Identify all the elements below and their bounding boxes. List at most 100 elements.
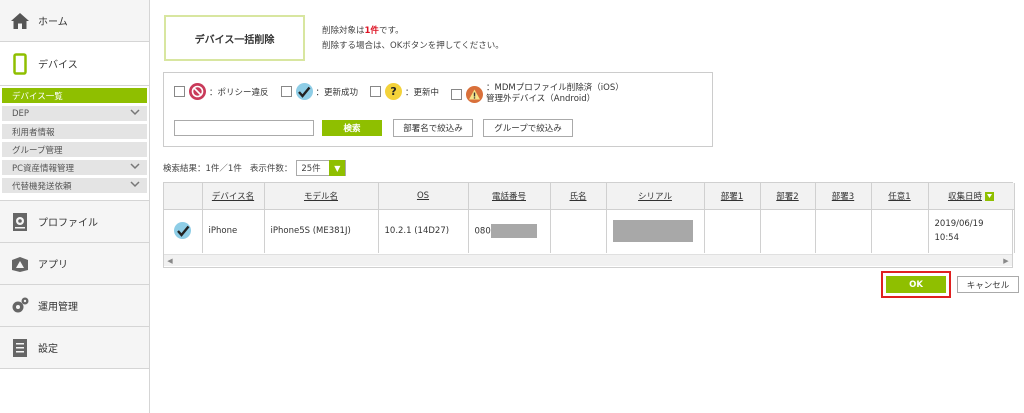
column-header-label: シリアル xyxy=(638,191,672,202)
sidebar-subitem-label: グループ管理 xyxy=(12,145,63,156)
table-row[interactable]: iPhone iPhone5S (ME381J) 10.2.1 (14D27) … xyxy=(164,209,1015,253)
column-header[interactable]: 任意1 xyxy=(871,183,929,210)
per-page-value: 25件 xyxy=(301,164,321,174)
nav-profile[interactable]: プロファイル xyxy=(0,201,149,243)
chevron-down-icon[interactable] xyxy=(130,163,140,172)
scroll-left-icon[interactable]: ◀ xyxy=(164,255,176,267)
collected-time: 10:54 xyxy=(934,233,960,244)
nav-operation[interactable]: 運用管理 xyxy=(0,285,149,327)
result-summary: 検索結果：1件／1件 xyxy=(163,164,242,174)
per-page-select[interactable]: 25件 ▼ xyxy=(296,160,347,176)
dept-filter-button[interactable]: 部署名で絞込み xyxy=(393,119,473,137)
chevron-down-icon[interactable] xyxy=(130,109,140,118)
msg-prefix: 削除対象は xyxy=(322,26,365,36)
column-header[interactable]: デバイス名 xyxy=(202,183,265,210)
cell-dept2 xyxy=(760,209,816,253)
column-header[interactable]: 電話番号 xyxy=(468,183,551,210)
mdm-removed-label: ：MDMプロファイル削除済（iOS） 管理外デバイス（Android） xyxy=(486,83,624,105)
sidebar: ホーム デバイス デバイス一覧 DEP 利用者情報グループ管理 PC資産情報管理 代替機… xyxy=(0,0,150,413)
serial-redaction xyxy=(612,220,693,243)
chevron-down-icon[interactable] xyxy=(130,181,140,190)
column-header[interactable]: シリアル xyxy=(606,183,705,210)
ok-button[interactable]: OK xyxy=(886,276,946,293)
column-header-label: 部署2 xyxy=(776,191,799,202)
updating-label: ：更新中 xyxy=(405,87,440,98)
column-header[interactable]: 氏名 xyxy=(550,183,607,210)
nav-app[interactable]: アプリ xyxy=(0,243,149,285)
scroll-right-icon[interactable]: ▶ xyxy=(1000,255,1012,267)
cell-optional1 xyxy=(871,209,929,253)
sidebar-subitem[interactable]: 利用者情報 xyxy=(2,124,147,139)
column-header[interactable]: OS xyxy=(378,183,469,210)
column-header[interactable]: 部署1 xyxy=(704,183,761,210)
sort-icon[interactable] xyxy=(985,191,994,201)
delete-message: 削除対象は1件です。 削除する場合は、OKボタンを押してください。 xyxy=(322,24,504,54)
column-header-label: 収集日時 xyxy=(947,191,982,202)
updating-checkbox[interactable] xyxy=(370,86,382,97)
nav-device-label: デバイス xyxy=(38,60,78,71)
sidebar-subitem[interactable]: 代替機発送依頼 xyxy=(2,178,147,193)
sidebar-subitem[interactable]: デバイス一覧 xyxy=(2,88,147,103)
search-button[interactable]: 検索 xyxy=(322,120,382,136)
sidebar-subitem[interactable]: グループ管理 xyxy=(2,142,147,157)
msg-suffix: です。 xyxy=(378,26,404,36)
cell-dept1 xyxy=(704,209,761,253)
select-column-header xyxy=(164,183,203,210)
page-title: デバイス一括削除 xyxy=(164,15,305,61)
warning-icon xyxy=(466,85,484,103)
per-page-label: 表示件数： xyxy=(249,164,293,174)
column-header-label: モデル名 xyxy=(303,191,338,202)
search-input[interactable] xyxy=(174,120,314,136)
sidebar-subitem[interactable]: PC資産情報管理 xyxy=(2,160,147,175)
sidebar-subitem-label: デバイス一覧 xyxy=(12,91,63,102)
sidebar-subitem-label: PC資産情報管理 xyxy=(12,163,75,174)
cancel-button[interactable]: キャンセル xyxy=(957,276,1019,293)
collected-date: 2019/06/19 xyxy=(934,219,984,230)
row-check-cell xyxy=(164,209,203,253)
column-header-label: 部署1 xyxy=(720,191,744,202)
column-header-label: 部署3 xyxy=(831,191,855,202)
group-filter-button[interactable]: グループで絞込み xyxy=(483,119,573,137)
column-header-label: デバイス名 xyxy=(211,191,255,202)
cell-device-name: iPhone xyxy=(202,209,265,253)
main-content: デバイス一括削除 削除対象は1件です。 削除する場合は、OKボタンを押してくださ… xyxy=(151,0,1024,413)
phone-prefix: 080 xyxy=(474,226,491,237)
sidebar-subitem-label: 代替機発送依頼 xyxy=(12,181,72,192)
column-header-label: 氏名 xyxy=(569,191,587,202)
column-header[interactable]: 部署2 xyxy=(760,183,816,210)
policy-violation-label: ：ポリシー違反 xyxy=(209,87,269,98)
home-icon xyxy=(10,11,30,31)
sidebar-subitem[interactable]: DEP xyxy=(2,106,147,121)
nav-device[interactable]: デバイス xyxy=(0,42,149,86)
phone-redaction xyxy=(490,224,537,239)
column-header-label: 任意1 xyxy=(888,191,911,202)
mdm-removed-checkbox[interactable] xyxy=(451,88,463,100)
column-header[interactable]: モデル名 xyxy=(264,183,379,210)
dropdown-arrow-icon: ▼ xyxy=(329,160,346,176)
nav-home[interactable]: ホーム xyxy=(0,0,149,42)
filter-updating: ? ：更新中 xyxy=(370,83,439,100)
filter-mdm-removed: ：MDMプロファイル削除済（iOS） 管理外デバイス（Android） xyxy=(451,83,624,105)
policy-violation-checkbox[interactable] xyxy=(174,86,185,97)
device-table: デバイス名 モデル名 OS 電話番号 氏名 シリアル 部署1 部署2 部署3 任意1 収集日時 iP… xyxy=(163,182,1015,268)
cell-dept3 xyxy=(815,209,872,253)
filter-policy-violation: ：ポリシー違反 xyxy=(174,83,269,100)
nav-settings[interactable]: 設定 xyxy=(0,327,149,369)
cell-serial xyxy=(606,209,705,253)
update-success-checkbox[interactable] xyxy=(280,86,292,97)
nav-app-label: アプリ xyxy=(38,260,68,271)
profile-icon xyxy=(10,212,30,232)
cell-model: iPhone5S (ME381J) xyxy=(264,209,379,253)
sidebar-subitem-label: 利用者情報 xyxy=(12,127,55,138)
nav-operation-label: 運用管理 xyxy=(38,302,78,313)
mdm-label-line1: ：MDMプロファイル削除済（iOS） xyxy=(486,83,624,93)
cell-os: 10.2.1 (14D27) xyxy=(378,209,469,253)
nav-settings-label: 設定 xyxy=(38,344,58,355)
horizontal-scrollbar[interactable]: ◀ ▶ xyxy=(164,254,1012,266)
filter-panel: ：ポリシー違反 ：更新成功 ? ：更新中 ：MDMプロファイル削除済（iOS） … xyxy=(163,72,713,147)
column-header-label: OS xyxy=(416,190,430,201)
column-header[interactable]: 部署3 xyxy=(815,183,872,210)
update-success-label: ：更新成功 xyxy=(315,87,359,98)
column-header[interactable]: 収集日時 xyxy=(928,183,1015,210)
check-icon xyxy=(174,222,192,239)
